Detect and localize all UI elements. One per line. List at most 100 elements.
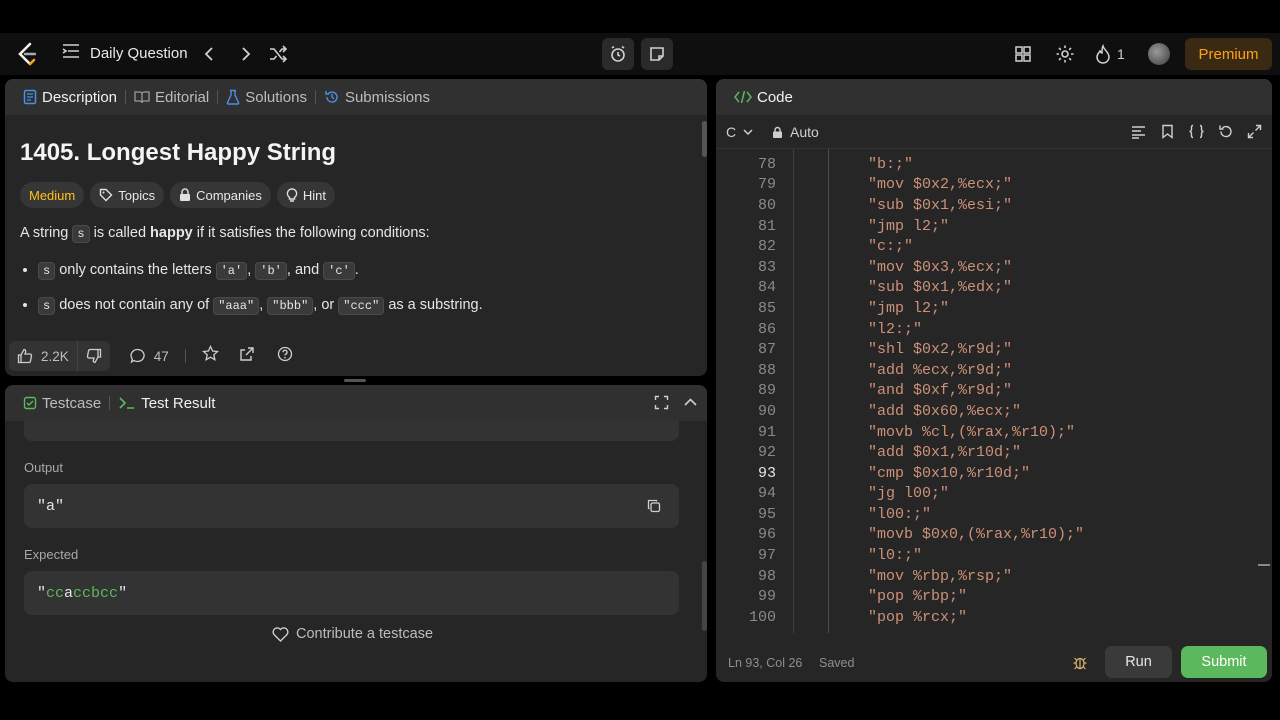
tab-label: Test Result xyxy=(141,394,216,412)
tab-submissions[interactable]: Submissions xyxy=(318,89,436,106)
comment-count: 47 xyxy=(153,348,169,364)
tab-code[interactable]: Code xyxy=(728,89,799,106)
code-line[interactable]: 97 "l0:;" xyxy=(716,545,1256,566)
lightbulb-icon xyxy=(286,187,298,202)
code-line[interactable]: 90 "add $0x60,%ecx;" xyxy=(716,401,1256,422)
tab-solutions[interactable]: Solutions xyxy=(220,89,313,106)
bookmark-icon[interactable] xyxy=(1161,124,1174,142)
code-lines: 78 "b:;" 79 "mov $0x2,%ecx;" 80 "sub $0x1,%es… xyxy=(716,154,1256,628)
line-number: 100 xyxy=(748,608,776,626)
expected-diff: cc xyxy=(46,584,65,602)
share-icon[interactable] xyxy=(239,346,255,367)
notes-button[interactable] xyxy=(641,38,673,70)
code-line[interactable]: 83 "mov $0x3,%ecx;" xyxy=(716,257,1256,278)
line-number: 82 xyxy=(757,238,776,256)
reset-icon[interactable] xyxy=(1218,124,1233,142)
inline-code: 'a' xyxy=(215,262,248,280)
like-button[interactable]: 2.2K xyxy=(9,341,77,371)
comments-button[interactable]: 47 xyxy=(130,348,169,364)
code-line[interactable]: 94 "jg l00;" xyxy=(716,484,1256,505)
code-line[interactable]: 99 "pop %rbp;" xyxy=(716,586,1256,607)
collapse-chevron-icon[interactable] xyxy=(683,395,698,414)
topics-chip[interactable]: Topics xyxy=(90,182,165,208)
dislike-button[interactable] xyxy=(76,341,110,371)
leetcode-logo-icon[interactable] xyxy=(16,42,38,66)
code-line[interactable]: 92 "add $0x1,%r10d;" xyxy=(716,442,1256,463)
language-select[interactable]: C xyxy=(726,124,754,140)
expected-label: Expected xyxy=(24,547,79,562)
line-number: 91 xyxy=(757,423,776,441)
tab-divider xyxy=(314,90,316,104)
favorite-star-icon[interactable] xyxy=(201,344,219,367)
partial-top-line: " xyxy=(866,149,966,151)
code-line[interactable]: 80 "sub $0x1,%esi;" xyxy=(716,195,1256,216)
premium-button[interactable]: Premium xyxy=(1185,38,1272,70)
braces-icon[interactable] xyxy=(1188,124,1205,142)
comment-icon xyxy=(130,348,145,364)
line-number: 89 xyxy=(757,382,776,400)
code-text: "jmp l2;" xyxy=(868,299,950,317)
problem-title[interactable]: 1405. Longest Happy String xyxy=(20,139,692,169)
code-line[interactable]: 87 "shl $0x2,%r9d;" xyxy=(716,339,1256,360)
hint-chip[interactable]: Hint xyxy=(276,182,335,208)
code-line[interactable]: 96 "movb $0x0,(%rax,%r10);" xyxy=(716,525,1256,546)
code-line[interactable]: 79 "mov $0x2,%ecx;" xyxy=(716,175,1256,196)
code-line[interactable]: 95 "l00:;" xyxy=(716,504,1256,525)
code-text: "mov $0x2,%ecx;" xyxy=(868,176,1013,194)
run-button[interactable]: Run xyxy=(1105,646,1172,678)
next-problem-icon[interactable] xyxy=(237,45,253,63)
format-icon[interactable] xyxy=(1131,125,1146,142)
lock-icon xyxy=(773,126,782,138)
code-line[interactable]: 89 "and $0xf,%r9d;" xyxy=(716,381,1256,402)
code-line[interactable]: 78 "b:;" xyxy=(716,154,1256,175)
code-line[interactable]: 81 "jmp l2;" xyxy=(716,216,1256,237)
code-text: "add $0x1,%r10d;" xyxy=(868,444,1022,462)
vertical-resize-handle[interactable] xyxy=(344,379,366,382)
code-line[interactable]: 85 "jmp l2;" xyxy=(716,298,1256,319)
line-number: 85 xyxy=(757,299,776,317)
code-line[interactable]: 84 "sub $0x1,%edx;" xyxy=(716,278,1256,299)
help-icon[interactable] xyxy=(277,346,293,367)
avatar[interactable] xyxy=(1148,43,1170,65)
code-line[interactable]: 98 "mov %rbp,%rsp;" xyxy=(716,566,1256,587)
submit-button[interactable]: Submit xyxy=(1181,646,1267,678)
daily-question-title[interactable]: Daily Question xyxy=(90,45,188,62)
code-line[interactable]: 86 "l2:;" xyxy=(716,319,1256,340)
shuffle-icon[interactable] xyxy=(268,44,288,64)
timer-button[interactable] xyxy=(602,38,634,70)
code-line[interactable]: 82 "c:;" xyxy=(716,236,1256,257)
tab-editorial[interactable]: Editorial xyxy=(128,89,215,106)
result-scrollbar[interactable] xyxy=(702,561,707,631)
problem-list-icon[interactable] xyxy=(62,43,80,59)
submit-label: Submit xyxy=(1201,654,1247,670)
settings-gear-icon[interactable] xyxy=(1055,44,1075,69)
debug-bug-icon[interactable] xyxy=(1072,654,1088,673)
companies-chip[interactable]: Companies xyxy=(170,182,271,208)
contribute-testcase-link[interactable]: Contribute a testcase xyxy=(272,626,433,642)
expand-icon[interactable] xyxy=(654,395,669,414)
code-line[interactable]: 100 "pop %rcx;" xyxy=(716,607,1256,628)
streak-counter[interactable]: 1 xyxy=(1095,44,1125,64)
output-box: "a" xyxy=(24,484,679,528)
code-line[interactable]: 91 "movb %cl,(%rax,%r10);" xyxy=(716,422,1256,443)
code-text: "mov %rbp,%rsp;" xyxy=(868,567,1013,585)
prev-problem-icon[interactable] xyxy=(202,45,218,63)
tab-description[interactable]: Description xyxy=(17,89,123,106)
auto-mode[interactable]: Auto xyxy=(772,124,819,140)
tab-testcase[interactable]: Testcase xyxy=(17,395,107,412)
layout-icon[interactable] xyxy=(1014,45,1032,68)
description-scrollbar[interactable] xyxy=(702,121,707,157)
condition-text: , and xyxy=(286,262,324,278)
code-line[interactable]: 93 "cmp $0x10,%r10d;" xyxy=(716,463,1256,484)
fullscreen-icon[interactable] xyxy=(1247,124,1262,142)
copy-icon[interactable] xyxy=(647,499,661,518)
editor-scrollbar-marker[interactable] xyxy=(1258,564,1270,566)
tab-test-result[interactable]: Test Result xyxy=(112,395,221,412)
chip-label: Hint xyxy=(302,187,326,203)
inline-code: 'c' xyxy=(323,262,355,280)
code-editor[interactable]: " 78 "b:;" 79 "mov $0x2,%ecx;" 80 "sub $0x1,%… xyxy=(716,149,1272,633)
document-icon xyxy=(23,89,37,105)
code-header: Code xyxy=(716,79,1272,115)
problem-tags: Medium Topics Companies Hint xyxy=(20,182,692,208)
code-line[interactable]: 88 "add %ecx,%r9d;" xyxy=(716,360,1256,381)
